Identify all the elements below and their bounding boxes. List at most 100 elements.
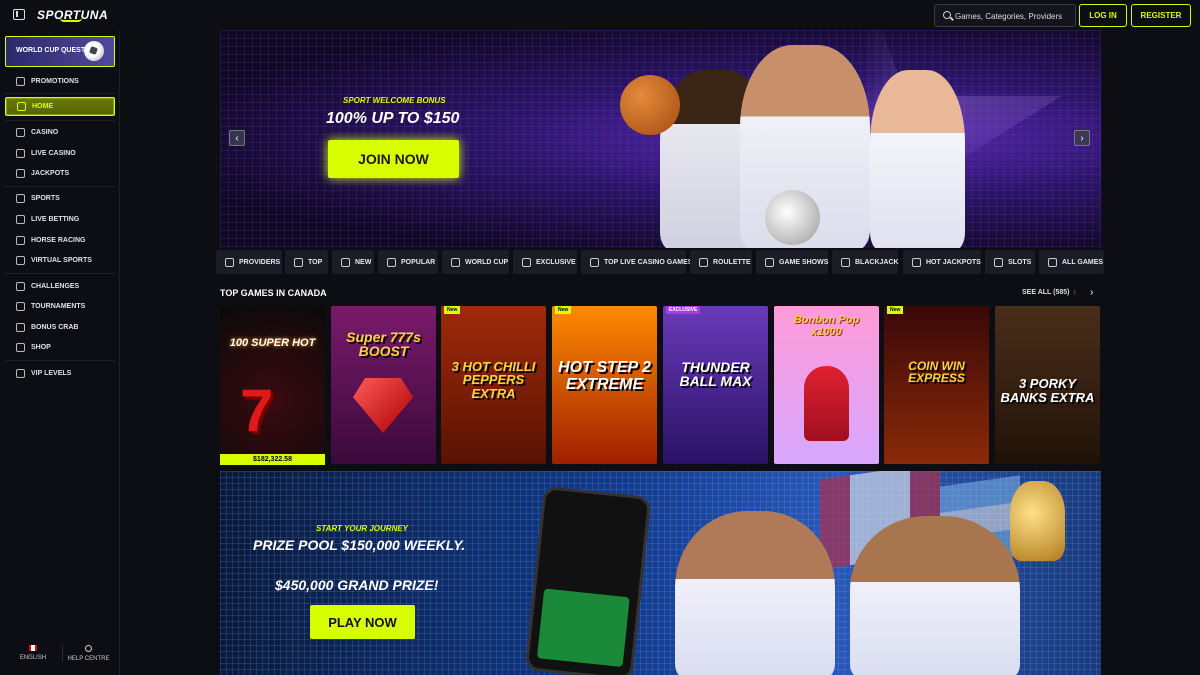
category-tabs: PROVIDERS TOP NEW POPULAR WORLD CUP EXCL… bbox=[216, 249, 1106, 275]
sidebar-item-promotions[interactable]: PROMOTIONS bbox=[5, 71, 115, 91]
fan-woman-image bbox=[675, 511, 835, 675]
play-now-button[interactable]: PLAY NOW bbox=[310, 605, 415, 639]
tab-all-games[interactable]: ALL GAMES bbox=[1039, 250, 1104, 274]
ice-cream-symbol bbox=[804, 366, 849, 441]
tab-slots[interactable]: SLOTS bbox=[985, 250, 1035, 274]
tab-roulette[interactable]: ROULETTE bbox=[690, 250, 752, 274]
chevron-left-icon[interactable]: ‹ bbox=[1073, 287, 1076, 298]
microphone-icon bbox=[765, 257, 774, 267]
tab-world-cup[interactable]: WORLD CUP bbox=[442, 250, 509, 274]
login-button[interactable]: LOG IN bbox=[1079, 4, 1127, 27]
sidebar-item-live-casino[interactable]: LIVE CASINO bbox=[5, 143, 115, 163]
tab-blackjack[interactable]: BLACKJACK bbox=[832, 250, 899, 274]
cards-icon bbox=[841, 257, 850, 267]
game-card[interactable]: New COIN WIN EXPRESS bbox=[884, 306, 989, 464]
slot-icon bbox=[994, 257, 1003, 267]
new-badge: New bbox=[444, 306, 461, 314]
tab-game-shows[interactable]: GAME SHOWS bbox=[756, 250, 828, 274]
flame-icon bbox=[387, 257, 396, 267]
register-button[interactable]: REGISTER bbox=[1131, 4, 1191, 27]
game-card[interactable]: Super 777s BOOST bbox=[331, 306, 436, 464]
sidebar-item-casino[interactable]: CASINO bbox=[5, 122, 115, 142]
sidebar-toggle-icon[interactable] bbox=[13, 9, 25, 20]
sidebar-item-virtual-sports[interactable]: VIRTUAL SPORTS bbox=[5, 250, 115, 270]
promo-title: PRIZE POOL $150,000 WEEKLY. bbox=[253, 537, 466, 553]
trophy-icon bbox=[16, 301, 25, 311]
search-box[interactable] bbox=[934, 4, 1076, 27]
piggy-bank-icon bbox=[912, 257, 921, 267]
casino-icon bbox=[16, 127, 25, 137]
soccer-ball-image bbox=[765, 190, 820, 245]
gamepad-icon bbox=[16, 255, 25, 265]
promo-banner[interactable]: START YOUR JOURNEY PRIZE POOL $150,000 W… bbox=[220, 471, 1101, 675]
help-centre-link[interactable]: HELP CENTRE bbox=[62, 645, 114, 662]
shop-icon bbox=[16, 342, 25, 352]
promo-grand-prize: $450,000 GRAND PRIZE! bbox=[275, 577, 439, 593]
hero-subtitle: SPORT WELCOME BONUS bbox=[343, 96, 446, 105]
jackpot-amount: $182,322.58 bbox=[220, 454, 325, 465]
search-input[interactable] bbox=[955, 8, 1073, 24]
sidebar-item-shop[interactable]: SHOP bbox=[5, 337, 115, 357]
trophy-image bbox=[1010, 481, 1065, 561]
chevron-right-icon[interactable]: › bbox=[1074, 130, 1090, 146]
language-selector[interactable]: ENGLISH bbox=[8, 645, 58, 661]
game-card[interactable]: 3 PORKY BANKS EXTRA bbox=[995, 306, 1100, 464]
sidebar-item-challenges[interactable]: CHALLENGES bbox=[5, 276, 115, 296]
game-card[interactable]: EXCLUSIVE THUNDER BALL MAX bbox=[663, 306, 768, 464]
tab-popular[interactable]: POPULAR bbox=[378, 250, 438, 274]
help-icon bbox=[85, 645, 92, 652]
game-card[interactable]: New HOT STEP 2 EXTREME bbox=[552, 306, 657, 464]
sidebar-item-sports[interactable]: SPORTS bbox=[5, 188, 115, 208]
grid-icon bbox=[1048, 257, 1057, 267]
game-card[interactable]: Bonbon Pop x1000 bbox=[774, 306, 879, 464]
sidebar-item-home[interactable]: HOME bbox=[5, 97, 115, 116]
divider bbox=[5, 360, 115, 361]
tab-top[interactable]: TOP bbox=[285, 250, 328, 274]
game-card[interactable]: 100 SUPER HOT 7 bbox=[220, 306, 325, 464]
chevron-left-icon[interactable]: ‹ bbox=[229, 130, 245, 146]
challenges-icon bbox=[16, 281, 25, 291]
live-casino-icon bbox=[16, 148, 25, 158]
search-icon bbox=[943, 11, 951, 19]
divider bbox=[5, 120, 115, 121]
tab-providers[interactable]: PROVIDERS bbox=[216, 250, 282, 274]
sidebar-item-bonus-crab[interactable]: BONUS CRAB bbox=[5, 317, 115, 337]
diamond-icon bbox=[522, 257, 531, 267]
crown-icon bbox=[294, 257, 303, 267]
basketball-image bbox=[620, 75, 680, 135]
soccer-ball-icon bbox=[451, 257, 460, 267]
fan-man-image bbox=[850, 516, 1020, 675]
exclusive-badge: EXCLUSIVE bbox=[666, 306, 701, 314]
promo-subtitle: START YOUR JOURNEY bbox=[316, 524, 409, 533]
game-card[interactable]: New 3 HOT CHILLI PEPPERS EXTRA bbox=[441, 306, 546, 464]
join-now-button[interactable]: JOIN NOW bbox=[328, 140, 459, 178]
lightning-icon bbox=[341, 257, 350, 267]
sidebar-item-tournaments[interactable]: TOURNAMENTS bbox=[5, 296, 115, 316]
tab-hot-jackpots[interactable]: HOT JACKPOTS bbox=[903, 250, 981, 274]
tab-top-live-casino-games[interactable]: TOP LIVE CASINO GAMES bbox=[581, 250, 692, 274]
sidebar-item-vip-levels[interactable]: VIP LEVELS bbox=[5, 363, 115, 383]
diamond-icon bbox=[16, 368, 25, 378]
jackpot-icon bbox=[16, 168, 25, 178]
ruby-symbol bbox=[353, 378, 413, 433]
divider bbox=[5, 273, 115, 274]
layers-icon bbox=[225, 257, 234, 267]
tab-exclusive[interactable]: EXCLUSIVE bbox=[513, 250, 577, 274]
horse-icon bbox=[16, 235, 25, 245]
home-icon bbox=[17, 102, 26, 111]
new-badge: New bbox=[555, 306, 572, 314]
sidebar-item-jackpots[interactable]: JACKPOTS bbox=[5, 163, 115, 183]
divider bbox=[5, 93, 115, 94]
seven-symbol: 7 bbox=[240, 377, 274, 444]
sidebar-item-live-betting[interactable]: LIVE BETTING bbox=[5, 209, 115, 229]
see-all-link[interactable]: SEE ALL (585) bbox=[1022, 289, 1069, 296]
hero-title: 100% UP TO $150 bbox=[326, 110, 460, 127]
world-cup-quest-banner[interactable]: WORLD CUP QUEST bbox=[5, 36, 115, 67]
card-icon bbox=[590, 257, 599, 267]
hero-banner[interactable]: SPORT WELCOME BONUS 100% UP TO $150 JOIN… bbox=[220, 30, 1101, 248]
tab-new[interactable]: NEW bbox=[332, 250, 374, 274]
top-bar: SPORTUNA LOG IN REGISTER bbox=[0, 0, 1200, 30]
sports-icon bbox=[16, 193, 25, 203]
sidebar-item-horse-racing[interactable]: HORSE RACING bbox=[5, 230, 115, 250]
chevron-right-icon[interactable]: › bbox=[1090, 287, 1093, 298]
